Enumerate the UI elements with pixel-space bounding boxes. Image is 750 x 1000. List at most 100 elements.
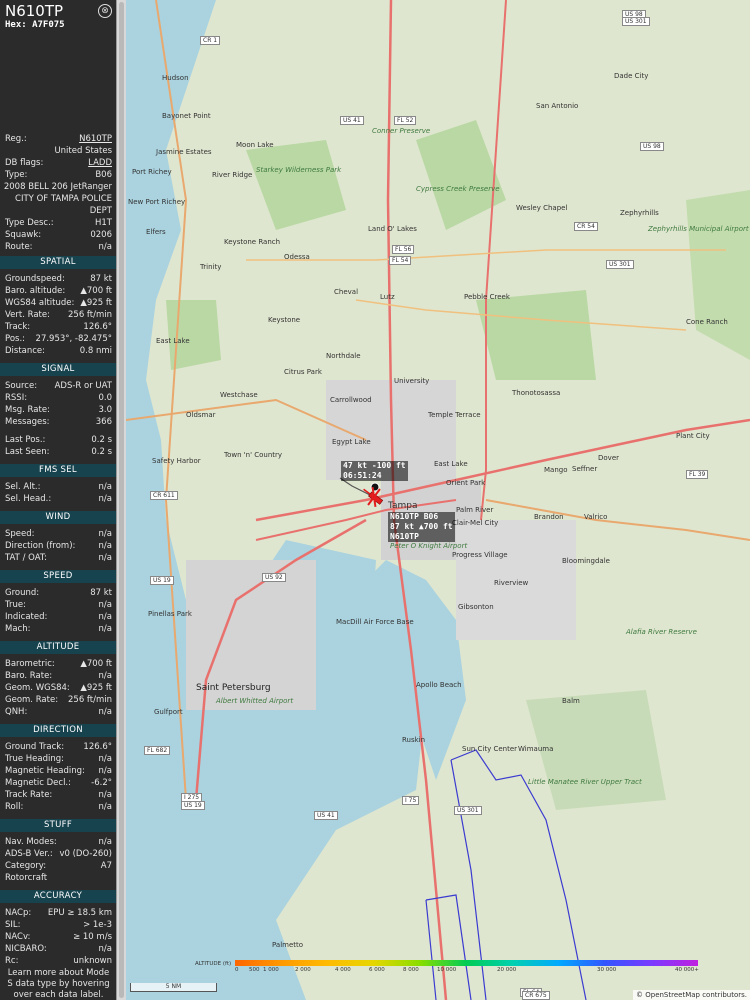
place-label: Wesley Chapel: [516, 204, 568, 212]
place-label: Keystone: [268, 316, 301, 324]
legend-tick-label: 500: [249, 967, 260, 973]
info-key: Track:: [5, 322, 31, 332]
section-header-direction[interactable]: DIRECTION: [0, 724, 116, 737]
info-value: 0.0: [98, 393, 112, 403]
info-key: Rotorcraft: [5, 873, 48, 883]
info-value: 126.6°: [83, 742, 112, 752]
info-row: Magnetic Decl.: -6.2°: [5, 777, 112, 789]
info-key: Messages:: [5, 417, 50, 427]
place-label: Orient Park: [446, 479, 486, 487]
section-header-stuff[interactable]: STUFF: [0, 819, 116, 832]
info-row: Msg. Rate: 3.0: [5, 404, 112, 416]
place-label: Sun City Center: [462, 745, 518, 753]
info-row: Barometric: ▲700 ft: [5, 658, 112, 670]
scrollbar-thumb[interactable]: [119, 2, 124, 998]
info-value: n/a: [98, 242, 112, 252]
info-row: Track Rate: n/a: [5, 789, 112, 801]
info-key: Source:: [5, 381, 38, 391]
section-header-fms[interactable]: FMS SEL: [0, 464, 116, 477]
place-label: Land O' Lakes: [368, 225, 417, 233]
info-row: Source: ADS-R or UAT: [5, 380, 112, 392]
section-header-speed[interactable]: SPEED: [0, 570, 116, 583]
section-header-altitude[interactable]: ALTITUDE: [0, 641, 116, 654]
road-shield: CR 54: [574, 222, 598, 231]
info-value: ≥ 10 m/s: [73, 932, 112, 942]
info-key: Baro. Rate:: [5, 671, 53, 681]
info-value: 366: [95, 417, 112, 427]
info-value: 2008 BELL 206 JetRanger: [3, 182, 112, 192]
info-key: Roll:: [5, 802, 24, 812]
info-value: 256 ft/min: [68, 695, 112, 705]
info-value: n/a: [98, 944, 112, 954]
info-key: Distance:: [5, 346, 46, 356]
legend-tick-label: 40 000+: [675, 967, 699, 973]
place-label: Riverview: [494, 579, 529, 587]
info-row: Baro. altitude: ▲700 ft: [5, 285, 112, 297]
history-label-line: 47 kt -100 ft: [343, 461, 406, 470]
info-value: 27.953°, -82.475°: [35, 334, 112, 344]
info-value: n/a: [98, 541, 112, 551]
section-header-accuracy[interactable]: ACCURACY: [0, 890, 116, 903]
map-view[interactable]: Hudson Bayonet Point Moon Lake Jasmine Esta…: [126, 0, 750, 1000]
info-value: 87 kt: [90, 588, 112, 598]
info-key: Barometric:: [5, 659, 55, 669]
legend-tick-label: 2 000: [295, 967, 311, 973]
section-header-wind[interactable]: WIND: [0, 511, 116, 524]
info-value: EPU ≥ 18.5 km: [47, 908, 112, 918]
sidebar-scrollbar[interactable]: [116, 0, 126, 1000]
place-label: Dade City: [614, 72, 649, 80]
info-key: Route:: [5, 242, 33, 252]
info-key: Groundspeed:: [5, 274, 65, 284]
place-label: Safety Harbor: [152, 457, 201, 465]
info-key: Geom. WGS84:: [5, 683, 70, 693]
map-attribution[interactable]: © OpenStreetMap contributors.: [633, 990, 750, 1000]
info-row: WGS84 altitude: ▲925 ft: [5, 297, 112, 309]
info-row: 2008 BELL 206 JetRanger: [3, 181, 112, 193]
aircraft-info-panel: N610TP Hex: A7F075 ⊗ Reg.: N610TP United S…: [0, 0, 116, 1000]
info-row: Indicated: n/a: [5, 611, 112, 623]
place-label: Palm River: [456, 506, 494, 514]
info-row: Rc: unknown: [5, 955, 112, 967]
info-row: Last Seen: 0.2 s: [5, 446, 112, 458]
section-header-spatial[interactable]: SPATIAL: [0, 256, 116, 269]
place-label: Odessa: [284, 253, 310, 261]
info-key: Indicated:: [5, 612, 48, 622]
legend-tick-label: 0: [235, 967, 239, 973]
legend-tick-label: 20 000: [497, 967, 517, 973]
info-key: DB flags:: [5, 158, 44, 168]
place-label: Thonotosassa: [512, 389, 561, 397]
place-label: Palmetto: [272, 941, 304, 949]
legend-title: ALTITUDE (ft): [195, 961, 232, 967]
info-value: 0206: [90, 230, 112, 240]
road-shield: FL 39: [686, 470, 709, 479]
section-header-signal[interactable]: SIGNAL: [0, 363, 116, 376]
info-row: Vert. Rate: 256 ft/min: [5, 309, 112, 321]
place-label: University: [394, 377, 430, 385]
info-value: n/a: [98, 671, 112, 681]
info-value[interactable]: LADD: [88, 157, 112, 169]
info-value[interactable]: N610TP: [79, 133, 112, 145]
info-key: Direction (from):: [5, 541, 76, 551]
place-label: Dover: [598, 454, 619, 462]
info-row: True: n/a: [5, 599, 112, 611]
info-value: ▲700 ft: [80, 659, 112, 669]
close-icon[interactable]: ⊗: [98, 4, 112, 18]
info-value: H1T: [95, 218, 112, 228]
place-label: Zephyrhills Municipal Airport: [648, 225, 749, 233]
aircraft-label[interactable]: N610TP B06 87 kt ▲700 ft N610TP: [388, 512, 455, 542]
info-key: Track Rate:: [5, 790, 53, 800]
road-shield: US 301: [454, 806, 482, 815]
place-label: Tampa: [388, 501, 418, 511]
place-label: Bayonet Point: [162, 112, 211, 120]
info-key: Speed:: [5, 529, 35, 539]
place-label: Balm: [562, 697, 580, 705]
info-value: ▲925 ft: [80, 298, 112, 308]
place-label: East Lake: [434, 460, 468, 468]
info-value: v0 (DO-260): [59, 849, 112, 859]
info-row: United States: [5, 145, 112, 157]
info-key: Category:: [5, 861, 47, 871]
info-value: United States: [54, 146, 112, 156]
info-row: Sel. Head.: n/a: [5, 493, 112, 505]
road-shield: US 92: [262, 573, 286, 582]
place-label: Temple Terrace: [428, 411, 481, 419]
